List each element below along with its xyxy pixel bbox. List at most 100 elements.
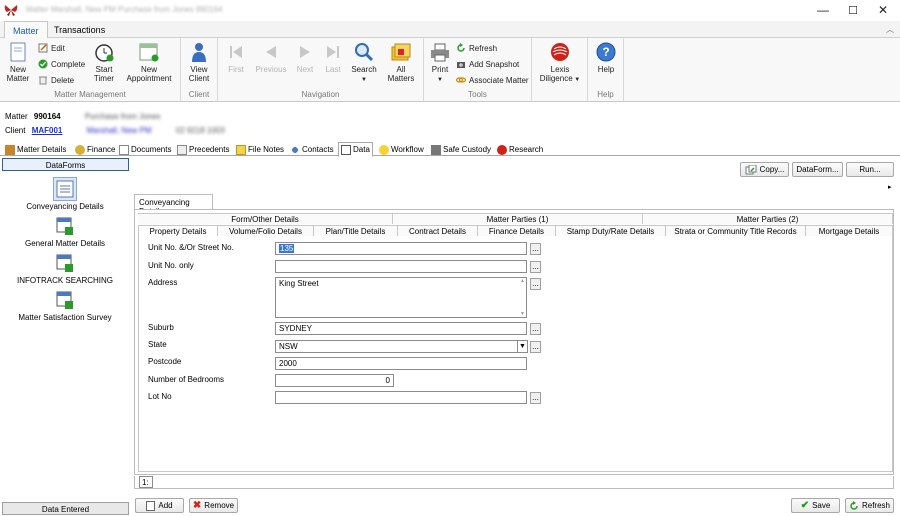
lexis-diligence-button[interactable]: Lexis Diligence ▼ xyxy=(538,41,582,85)
unit-no-only-field[interactable] xyxy=(275,260,527,273)
dataform-item-survey[interactable]: Matter Satisfaction Survey xyxy=(0,289,130,322)
address-field[interactable]: King Street ▲ ▼ xyxy=(275,277,527,318)
collapse-ribbon-icon[interactable]: ︿ xyxy=(886,24,894,35)
tab-workflow[interactable]: Workflow xyxy=(377,143,426,156)
edit-button[interactable]: Edit xyxy=(38,43,65,53)
matter-description: Purchase from Jones xyxy=(84,112,161,121)
tab-file-notes[interactable]: File Notes xyxy=(234,143,286,156)
tab-contacts[interactable]: Contacts xyxy=(288,143,336,156)
tab-documents[interactable]: Documents xyxy=(117,143,173,156)
unit-street-no-ellipsis-button[interactable]: ... xyxy=(530,243,541,255)
print-label: Print xyxy=(431,65,449,74)
print-button[interactable]: Print ▼ xyxy=(428,41,452,85)
search-button[interactable]: Search ▼ xyxy=(349,41,379,85)
dataform-item-label: Matter Satisfaction Survey xyxy=(18,313,112,322)
address-ellipsis-button[interactable]: ... xyxy=(530,278,541,290)
tab-volume-folio-details[interactable]: Volume/Folio Details xyxy=(218,225,314,236)
copy-button[interactable]: Copy... xyxy=(740,162,789,177)
data-entered-button[interactable]: Data Entered xyxy=(2,502,129,515)
lot-no-label: Lot No xyxy=(148,392,172,401)
tab-stamp-duty-rate-details[interactable]: Stamp Duty/Rate Details xyxy=(556,225,666,236)
search-icon xyxy=(353,41,375,63)
tab-finance-details[interactable]: Finance Details xyxy=(478,225,556,236)
tab-safe-custody[interactable]: Safe Custody xyxy=(429,143,493,156)
lot-no-field[interactable] xyxy=(275,391,527,404)
remove-label: Remove xyxy=(204,501,235,510)
tab-conveyancing-details[interactable]: Conveyancing Details xyxy=(134,194,213,216)
unit-street-no-field[interactable]: 135 xyxy=(275,242,527,255)
tab-matter-parties-2[interactable]: Matter Parties (2) xyxy=(643,213,893,224)
state-select[interactable]: NSW xyxy=(275,340,518,353)
lexis-diligence-label: Lexis Diligence xyxy=(539,65,573,83)
tab-contract-details[interactable]: Contract Details xyxy=(398,225,478,236)
state-dropdown-arrow-icon[interactable]: ▼ xyxy=(517,340,528,353)
dataform-item-conveyancing[interactable]: Conveyancing Details xyxy=(0,177,130,211)
first-button[interactable]: First xyxy=(222,41,250,74)
ribbon-tab-transactions[interactable]: Transactions xyxy=(46,21,113,38)
postcode-field[interactable]: 2000 xyxy=(275,357,527,370)
save-button[interactable]: ✔ Save xyxy=(791,498,840,513)
tab-strata-community-title[interactable]: Strata or Community Title Records xyxy=(666,225,806,236)
tab-matter-details[interactable]: Matter Details xyxy=(3,143,68,156)
svg-text:?: ? xyxy=(602,45,609,59)
remove-button[interactable]: ✖ Remove xyxy=(189,498,238,513)
next-label: Next xyxy=(296,65,314,74)
dataform-button[interactable]: DataForm... xyxy=(792,162,843,177)
client-name-link[interactable]: Marshall, New PM xyxy=(87,126,152,135)
run-button[interactable]: Run... xyxy=(846,162,894,177)
group-client: View Client Client xyxy=(181,38,218,102)
last-button[interactable]: Last xyxy=(320,41,346,74)
refresh-button[interactable]: Refresh xyxy=(456,43,497,53)
tab-property-details[interactable]: Property Details xyxy=(138,225,218,236)
associate-matter-button[interactable]: Associate Matter xyxy=(456,75,529,85)
tab-research[interactable]: Research xyxy=(495,143,545,156)
complete-label: Complete xyxy=(51,59,86,69)
tab-form-other-details[interactable]: Form/Other Details xyxy=(138,213,393,224)
delete-icon xyxy=(39,76,47,85)
new-appointment-button[interactable]: New Appointment xyxy=(124,41,174,83)
add-snapshot-button[interactable]: Add Snapshot xyxy=(456,59,519,69)
unit-no-only-ellipsis-button[interactable]: ... xyxy=(530,261,541,273)
bedrooms-field[interactable]: 0 xyxy=(275,374,394,387)
tab-matter-parties-1[interactable]: Matter Parties (1) xyxy=(393,213,643,224)
add-button[interactable]: Add xyxy=(135,498,184,513)
view-client-button[interactable]: View Client xyxy=(185,41,213,83)
tab-precedents[interactable]: Precedents xyxy=(175,143,231,156)
dataforms-panel: DataForms Conveyancing Details General M… xyxy=(0,156,132,516)
group-label: Navigation xyxy=(301,90,340,99)
scroll-up-icon[interactable]: ▲ xyxy=(520,278,525,284)
client-row: Client MAF001 Marshall, New PM 02 9218 1… xyxy=(5,126,225,135)
complete-button[interactable]: Complete xyxy=(38,59,85,69)
add-snapshot-label: Add Snapshot xyxy=(469,59,520,69)
briefcase-icon xyxy=(5,144,15,155)
lot-no-ellipsis-button[interactable]: ... xyxy=(530,392,541,404)
next-button[interactable]: Next xyxy=(292,41,318,74)
dataform-item-general[interactable]: General Matter Details xyxy=(0,215,130,248)
scroll-down-icon[interactable]: ▼ xyxy=(520,311,525,317)
delete-button[interactable]: Delete xyxy=(38,75,74,85)
new-matter-button[interactable]: New Matter xyxy=(4,41,32,83)
minimize-button[interactable]: — xyxy=(808,0,838,20)
suburb-field[interactable]: SYDNEY xyxy=(275,322,527,335)
tab-plan-title-details[interactable]: Plan/Title Details xyxy=(314,225,398,236)
client-code-link[interactable]: MAF001 xyxy=(32,126,63,135)
tab-mortgage-details[interactable]: Mortgage Details xyxy=(806,225,893,236)
maximize-button[interactable]: ☐ xyxy=(838,0,868,20)
refresh-form-button[interactable]: Refresh xyxy=(845,498,894,513)
start-timer-button[interactable]: Start Timer xyxy=(90,41,118,83)
state-ellipsis-button[interactable]: ... xyxy=(530,341,541,353)
previous-button[interactable]: Previous xyxy=(253,41,289,74)
tab-finance[interactable]: Finance xyxy=(73,143,117,156)
all-matters-button[interactable]: All Matters xyxy=(384,41,418,83)
form-icon xyxy=(54,252,76,274)
dataform-item-infotrack[interactable]: INFOTRACK SEARCHING xyxy=(0,252,130,285)
page-selector[interactable]: 1: xyxy=(139,476,153,488)
close-button[interactable]: ✕ xyxy=(868,0,898,20)
help-button[interactable]: ? Help xyxy=(592,41,620,74)
suburb-ellipsis-button[interactable]: ... xyxy=(530,323,541,335)
window-title: Matter Marshall, New PM Purchase from Jo… xyxy=(26,5,223,14)
ribbon-tab-matter[interactable]: Matter xyxy=(4,21,48,39)
expand-arrow-icon[interactable]: ▸ xyxy=(888,183,892,191)
tab-data[interactable]: Data xyxy=(338,142,373,157)
add-label: Add xyxy=(158,501,173,510)
